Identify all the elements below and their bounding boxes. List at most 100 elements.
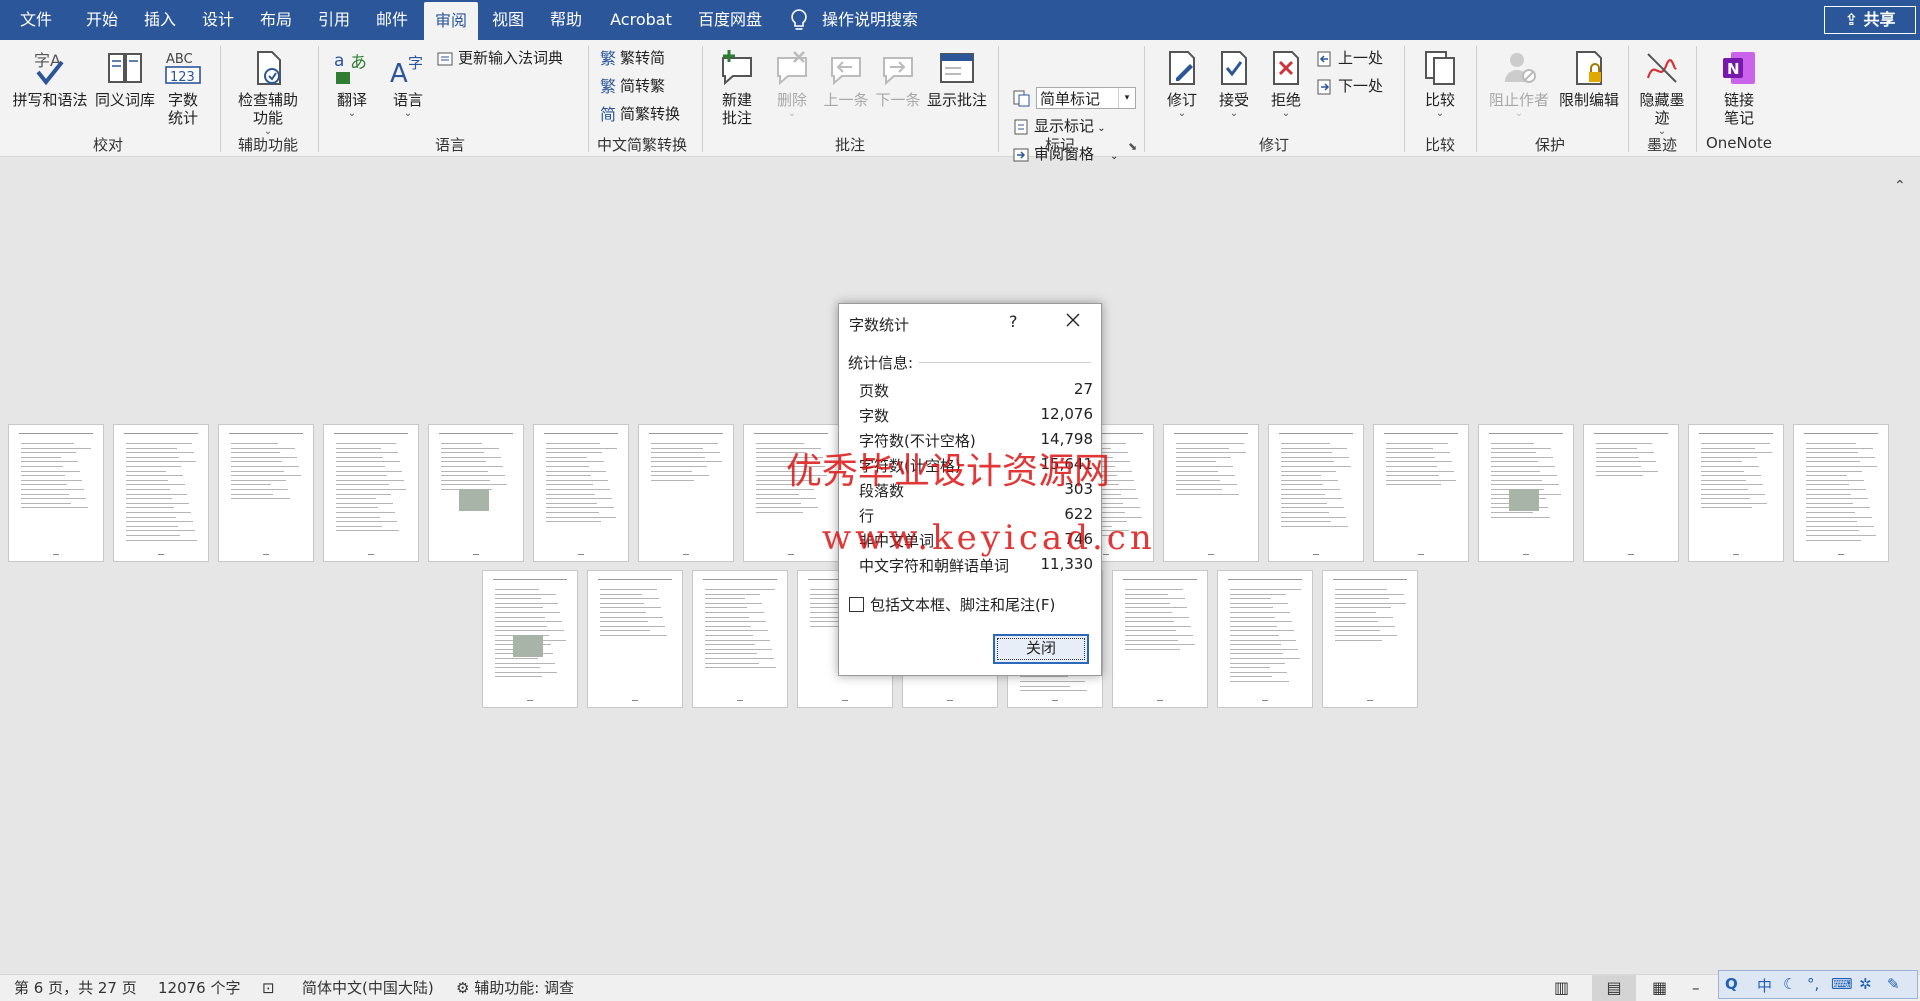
- print-layout-icon[interactable]: ▤: [1592, 975, 1636, 1001]
- tab-acrobat[interactable]: Acrobat: [604, 0, 678, 40]
- page-thumbnail[interactable]: [482, 570, 578, 708]
- page-thumbnail[interactable]: [218, 424, 314, 562]
- proofing-icon[interactable]: ⊡: [262, 975, 275, 1001]
- close-icon[interactable]: [1061, 308, 1085, 332]
- check-accessibility-button[interactable]: 检查辅助功能 ⌄: [228, 48, 308, 137]
- tab-baidu-netdisk[interactable]: 百度网盘: [690, 0, 770, 40]
- page-thumbnail[interactable]: [323, 424, 419, 562]
- hide-ink-button[interactable]: 隐藏墨迹 ⌄: [1636, 48, 1688, 137]
- page-thumbnail[interactable]: [1163, 424, 1259, 562]
- text-line: [21, 466, 63, 467]
- page-thumbnail[interactable]: [8, 424, 104, 562]
- text-line: [126, 452, 194, 454]
- text-line: [1806, 535, 1876, 536]
- ime-tools-icon[interactable]: ✲: [1859, 975, 1872, 993]
- page-thumbnail[interactable]: [1268, 424, 1364, 562]
- tab-help[interactable]: 帮助: [544, 0, 588, 40]
- page-thumbnail[interactable]: [692, 570, 788, 708]
- ime-keyboard-icon[interactable]: ⌨: [1831, 975, 1853, 993]
- tab-references[interactable]: 引用: [312, 0, 356, 40]
- web-layout-icon[interactable]: ▦: [1652, 975, 1667, 1001]
- page-thumbnail[interactable]: [113, 424, 209, 562]
- tab-file[interactable]: 文件: [12, 0, 60, 40]
- page-thumbnail[interactable]: [1478, 424, 1574, 562]
- page-thumbnail[interactable]: [1112, 570, 1208, 708]
- compare-button[interactable]: 比较 ⌄: [1418, 48, 1462, 119]
- next-change-button[interactable]: 下一处: [1316, 74, 1383, 98]
- update-ime-dictionary-button[interactable]: 更新输入法词典: [436, 46, 563, 70]
- translate-button[interactable]: a あ 翻译 ⌄: [328, 48, 376, 119]
- language-button[interactable]: A 字 语言 ⌄: [384, 48, 432, 119]
- close-button[interactable]: 关闭: [993, 634, 1089, 664]
- tab-home[interactable]: 开始: [80, 0, 124, 40]
- page-thumbnail[interactable]: [638, 424, 734, 562]
- restrict-editing-button[interactable]: 限制编辑: [1556, 48, 1622, 109]
- page-thumbnail[interactable]: [1793, 424, 1889, 562]
- block-authors-button[interactable]: 阻止作者 ⌄: [1486, 48, 1552, 119]
- text-line: [441, 452, 484, 454]
- tab-insert[interactable]: 插入: [138, 0, 182, 40]
- text-line: [1125, 593, 1168, 595]
- text-line: [1806, 470, 1862, 472]
- text-line: [1230, 639, 1296, 641]
- reject-change-button[interactable]: 拒绝 ⌄: [1264, 48, 1308, 119]
- page-header-rule: [649, 433, 723, 434]
- thesaurus-button[interactable]: 同义词库: [92, 48, 158, 109]
- page-thumbnail[interactable]: [533, 424, 629, 562]
- page-thumbnail[interactable]: [1688, 424, 1784, 562]
- page-thumbnail[interactable]: [1322, 570, 1418, 708]
- simp-to-trad-button[interactable]: 繁简转繁: [600, 74, 665, 98]
- show-comments-button[interactable]: 显示批注: [924, 48, 990, 109]
- tab-mailings[interactable]: 邮件: [370, 0, 414, 40]
- word-count-button[interactable]: ABC 123 字数统计: [160, 48, 206, 127]
- page-indicator[interactable]: 第 6 页，共 27 页: [14, 975, 137, 1001]
- menu-bar: 文件 开始 插入 设计 布局 引用 邮件 审阅 视图 帮助 Acrobat 百度…: [0, 0, 1920, 40]
- text-line: [1491, 516, 1550, 518]
- chinese-conversion-button[interactable]: 简简繁转换: [600, 102, 680, 126]
- include-textboxes-checkbox[interactable]: 包括文本框、脚注和尾注(F): [849, 594, 1055, 615]
- accessibility-icon: [257, 51, 281, 85]
- tab-layout[interactable]: 布局: [254, 0, 298, 40]
- tell-me-search[interactable]: 操作说明搜索: [822, 0, 918, 40]
- tab-view[interactable]: 视图: [486, 0, 530, 40]
- next-comment-button[interactable]: 下一条: [872, 48, 924, 109]
- delete-comment-button[interactable]: 删除 ⌄: [768, 48, 816, 119]
- text-line: [705, 648, 772, 650]
- tracking-options-launcher-icon[interactable]: ⬊: [1128, 140, 1137, 153]
- page-thumbnail[interactable]: [1583, 424, 1679, 562]
- tab-design[interactable]: 设计: [196, 0, 240, 40]
- ime-logo-icon[interactable]: Q: [1725, 975, 1738, 993]
- read-mode-icon[interactable]: ▥: [1554, 975, 1569, 1001]
- ime-punctuation-icon[interactable]: °,: [1807, 975, 1819, 993]
- share-button[interactable]: ⇪ 共享: [1824, 6, 1916, 34]
- trad-to-simp-button[interactable]: 繁繁转简: [600, 46, 665, 70]
- page-thumbnail[interactable]: [1217, 570, 1313, 708]
- page-thumbnail[interactable]: [1373, 424, 1469, 562]
- checkbox-box[interactable]: [849, 597, 864, 612]
- ime-chinese-icon[interactable]: 中: [1757, 975, 1772, 996]
- accept-change-button[interactable]: 接受 ⌄: [1212, 48, 1256, 119]
- ribbon: 字A 拼写和语法 同义词库 ABC 123 字数统计 校对 检查辅助功能 ⌄ 辅…: [0, 40, 1920, 194]
- page-footer-number: [1523, 554, 1529, 555]
- ime-settings-icon[interactable]: ✎: [1887, 975, 1900, 993]
- collapse-ribbon-icon[interactable]: ⌃: [1894, 178, 1906, 194]
- word-count-indicator[interactable]: 12076 个字: [158, 975, 241, 1001]
- ime-moon-icon[interactable]: ☾: [1783, 975, 1796, 993]
- previous-change-button[interactable]: 上一处: [1316, 46, 1383, 70]
- text-line: [705, 598, 745, 600]
- linked-notes-button[interactable]: N 链接笔记: [1708, 48, 1770, 127]
- new-comment-button[interactable]: 新建批注: [712, 48, 762, 127]
- spelling-grammar-button[interactable]: 字A 拼写和语法: [10, 48, 90, 109]
- page-thumbnail[interactable]: [587, 570, 683, 708]
- help-button[interactable]: ?: [1009, 312, 1018, 331]
- track-changes-button[interactable]: 修订 ⌄: [1160, 48, 1204, 119]
- page-thumbnail[interactable]: [428, 424, 524, 562]
- previous-comment-button[interactable]: 上一条: [820, 48, 872, 109]
- zoom-slider[interactable]: –: [1692, 975, 1700, 1001]
- language-indicator[interactable]: 简体中文(中国大陆): [302, 975, 434, 1001]
- tab-review[interactable]: 审阅: [424, 2, 478, 40]
- accessibility-indicator[interactable]: ⚙ 辅助功能: 调查: [456, 975, 574, 1001]
- page-header-rule: [598, 579, 672, 580]
- text-line: [21, 484, 67, 486]
- markup-display-dropdown[interactable]: 简单标记 ▾: [1036, 87, 1136, 109]
